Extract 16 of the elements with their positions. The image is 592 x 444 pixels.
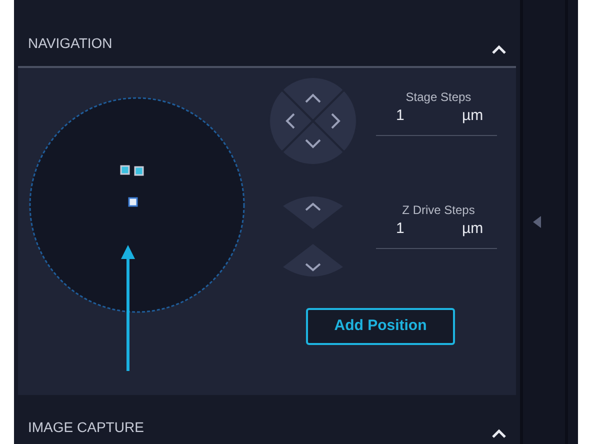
stage-right-button[interactable]: [312, 88, 358, 154]
collapse-chevron-icon[interactable]: [492, 429, 506, 438]
field-label: Z Drive Steps: [401, 202, 476, 219]
unit-label: µm: [462, 106, 484, 126]
navigation-map[interactable]: [29, 97, 245, 313]
field-label: Stage Steps: [404, 89, 472, 106]
collapse-icon[interactable]: [533, 216, 541, 228]
stage-down-button[interactable]: [280, 120, 346, 166]
step-input-field[interactable]: 1 µm: [376, 219, 497, 249]
step-input-field[interactable]: 1 µm: [376, 106, 497, 136]
stage-left-button[interactable]: [268, 88, 314, 154]
add-position-button[interactable]: Add Position: [306, 308, 455, 345]
collapse-chevron-icon[interactable]: [492, 45, 506, 54]
section-title: NAVIGATION: [28, 34, 112, 53]
section-title: IMAGE CAPTURE: [28, 418, 144, 437]
unit-label: µm: [462, 219, 484, 240]
